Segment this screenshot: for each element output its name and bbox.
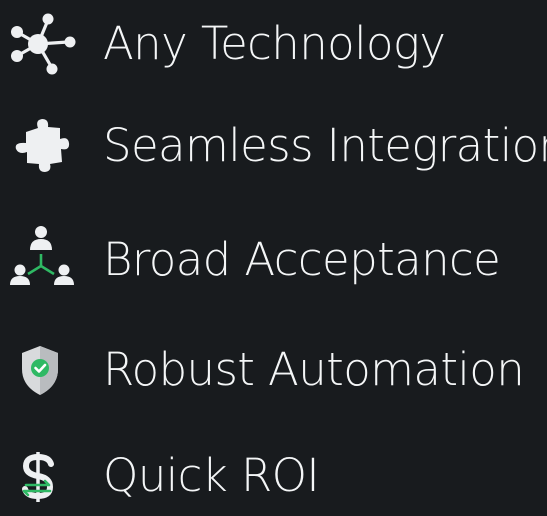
feature-quick-roi: Quick ROI bbox=[0, 436, 547, 516]
feature-label: Broad Acceptance bbox=[103, 233, 501, 286]
network-nodes-icon bbox=[4, 4, 80, 84]
feature-any-technology: Any Technology bbox=[0, 4, 547, 84]
shield-check-icon bbox=[4, 330, 80, 410]
feature-robust-automation: Robust Automation bbox=[0, 330, 547, 410]
puzzle-piece-icon bbox=[4, 106, 80, 186]
feature-label: Seamless Integration bbox=[103, 119, 547, 172]
feature-broad-acceptance: Broad Acceptance bbox=[0, 220, 547, 300]
feature-label: Robust Automation bbox=[103, 343, 525, 396]
feature-label: Any Technology bbox=[103, 17, 446, 70]
dollar-exchange-icon bbox=[4, 436, 80, 516]
feature-list: Any Technology Seamless Integration Broa… bbox=[0, 0, 547, 505]
feature-label: Quick ROI bbox=[103, 449, 320, 502]
feature-seamless-integration: Seamless Integration bbox=[0, 106, 547, 186]
user-network-icon bbox=[4, 220, 80, 300]
